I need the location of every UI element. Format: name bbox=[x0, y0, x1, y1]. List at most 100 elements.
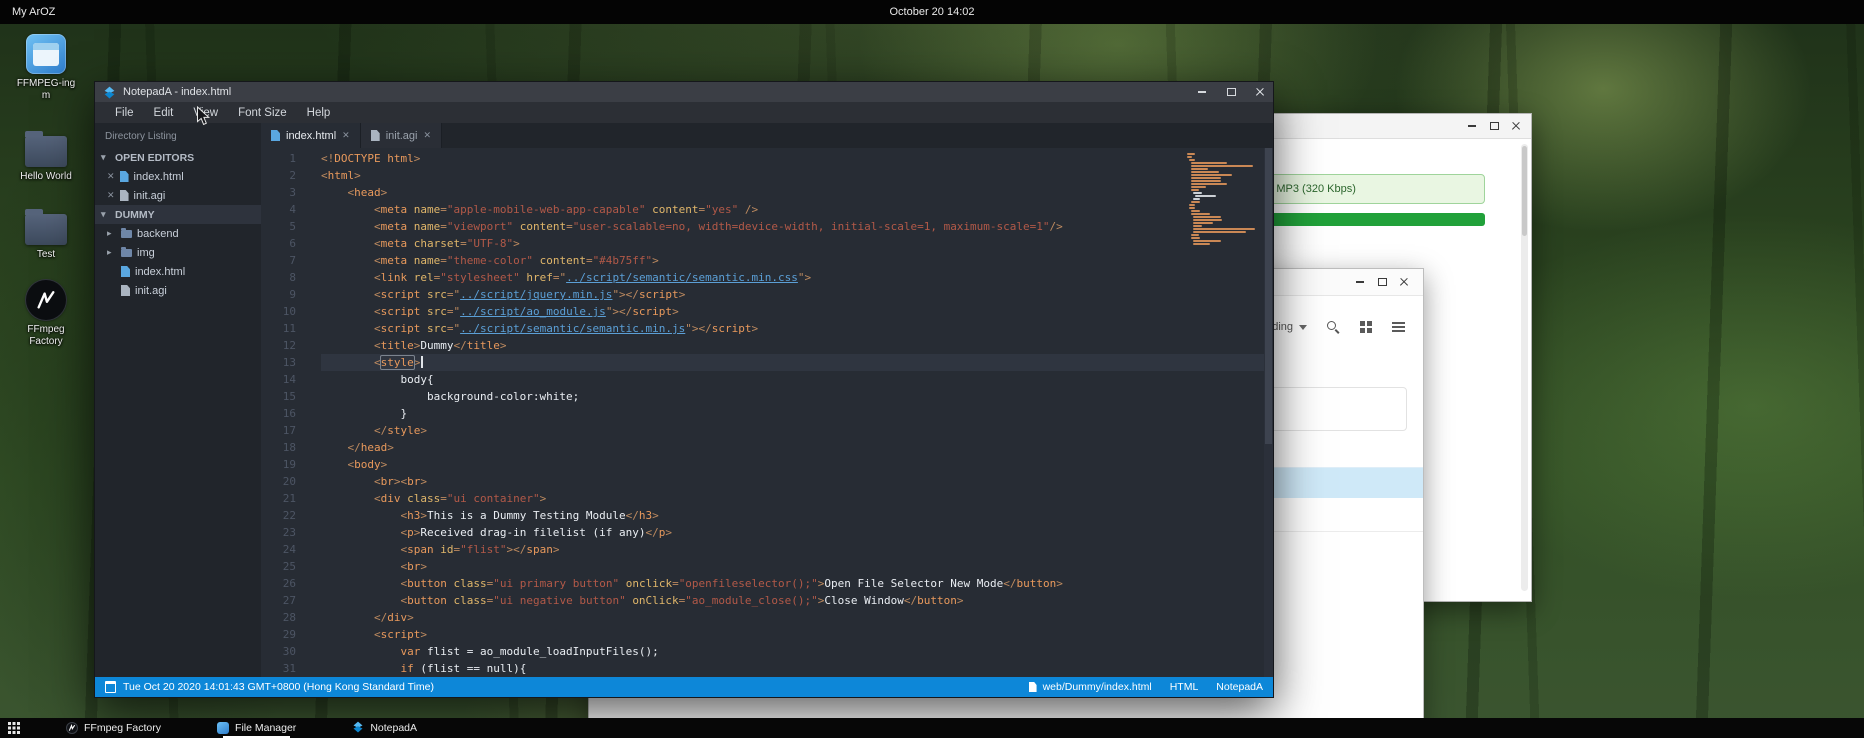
status-bar: Tue Oct 20 2020 14:01:43 GMT+0800 (Hong … bbox=[95, 677, 1273, 697]
grid-view-icon[interactable] bbox=[1360, 321, 1372, 333]
code-line[interactable]: background-color:white; bbox=[321, 388, 1273, 405]
sidebar-item-img[interactable]: ▸img bbox=[95, 243, 261, 262]
section-label: OPEN EDITORS bbox=[115, 152, 194, 164]
folder-icon bbox=[25, 214, 67, 245]
code-line[interactable]: } bbox=[321, 405, 1273, 422]
code-line[interactable]: <script src="../script/ao_module.js"></s… bbox=[321, 303, 1273, 320]
code-line[interactable]: body{ bbox=[321, 371, 1273, 388]
close-icon[interactable]: ✕ bbox=[107, 171, 115, 182]
close-icon[interactable]: ✕ bbox=[107, 190, 115, 201]
ffmpeg-icon bbox=[66, 722, 78, 734]
line-number: 31 bbox=[261, 660, 296, 677]
top-bar: October 20 14:02 My ArOZ bbox=[0, 0, 1864, 24]
sidebar-item-backend[interactable]: ▸backend bbox=[95, 224, 261, 243]
code-line[interactable]: </head> bbox=[321, 439, 1273, 456]
calendar-icon bbox=[105, 681, 116, 693]
desktop-icon-test[interactable]: Test bbox=[12, 206, 80, 261]
chevron-down-icon bbox=[1299, 325, 1307, 330]
close-icon[interactable]: ✕ bbox=[423, 130, 431, 141]
folder-icon bbox=[25, 136, 67, 167]
menu-file[interactable]: File bbox=[105, 107, 144, 119]
code-line[interactable]: <meta charset="UTF-8"> bbox=[321, 235, 1273, 252]
notepada-titlebar[interactable]: NotepadA - index.html bbox=[95, 82, 1273, 102]
menu-help[interactable]: Help bbox=[297, 107, 341, 119]
line-number: 15 bbox=[261, 388, 296, 405]
taskbar-item-notepada[interactable]: NotepadA bbox=[352, 718, 417, 738]
sidebar-item-init-agi[interactable]: ✕init.agi bbox=[95, 186, 261, 205]
code-line[interactable]: <!DOCTYPE html> bbox=[321, 150, 1273, 167]
list-view-icon[interactable] bbox=[1392, 321, 1405, 333]
code-line[interactable]: var flist = ao_module_loadInputFiles(); bbox=[321, 643, 1273, 660]
code-line[interactable]: <h3>This is a Dummy Testing Module</h3> bbox=[321, 507, 1273, 524]
editor-scrollbar[interactable] bbox=[1264, 148, 1273, 677]
code-line[interactable]: <style> bbox=[321, 354, 1273, 371]
code-line[interactable]: <meta name="apple-mobile-web-app-capable… bbox=[321, 201, 1273, 218]
code-line[interactable]: <div class="ui container"> bbox=[321, 490, 1273, 507]
start-menu-label[interactable]: My ArOZ bbox=[0, 6, 55, 18]
code-editor[interactable]: 1234567891011121314151617181920212223242… bbox=[261, 148, 1273, 677]
code-line[interactable]: <br> bbox=[321, 558, 1273, 575]
folder-icon bbox=[121, 249, 132, 257]
line-number: 6 bbox=[261, 235, 296, 252]
notepad-menubar: FileEditViewFont SizeHelp bbox=[95, 102, 1273, 123]
screen: October 20 14:02 My ArOZ FFMPEG-ing m Hel… bbox=[0, 0, 1864, 738]
code-line[interactable]: <meta name="viewport" content="user-scal… bbox=[321, 218, 1273, 235]
code-line[interactable]: <meta name="theme-color" content="#4b75f… bbox=[321, 252, 1273, 269]
line-number-gutter: 1234567891011121314151617181920212223242… bbox=[261, 148, 307, 677]
line-number: 21 bbox=[261, 490, 296, 507]
minimize-icon[interactable] bbox=[1461, 114, 1483, 138]
code-line[interactable]: <button class="ui primary button" onclic… bbox=[321, 575, 1273, 592]
code-line[interactable]: <link rel="stylesheet" href="../script/s… bbox=[321, 269, 1273, 286]
tab-init-agi[interactable]: init.agi ✕ bbox=[361, 123, 442, 148]
text-cursor bbox=[421, 356, 423, 368]
sidebar-section-dummy[interactable]: ▾DUMMY bbox=[95, 205, 261, 224]
sidebar-item-index-html[interactable]: index.html bbox=[95, 262, 261, 281]
code-line[interactable]: </div> bbox=[321, 609, 1273, 626]
code-line[interactable]: if (flist == null){ bbox=[321, 660, 1273, 677]
close-icon[interactable] bbox=[1505, 114, 1527, 138]
code-line[interactable]: <span id="flist"></span> bbox=[321, 541, 1273, 558]
status-language[interactable]: HTML bbox=[1170, 681, 1199, 693]
code-line[interactable]: <button class="ui negative button" onCli… bbox=[321, 592, 1273, 609]
minimap[interactable] bbox=[1187, 153, 1261, 246]
code-line[interactable]: <script> bbox=[321, 626, 1273, 643]
sidebar-section-open-editors[interactable]: ▾OPEN EDITORS bbox=[95, 148, 261, 167]
tab-index-html[interactable]: index.html✕ bbox=[261, 123, 361, 148]
sidebar-item-init-agi[interactable]: init.agi bbox=[95, 281, 261, 300]
code-line[interactable]: <script src="../script/jquery.min.js"></… bbox=[321, 286, 1273, 303]
taskbar-item-ffmpeg-factory[interactable]: FFmpeg Factory bbox=[66, 718, 161, 738]
minimize-icon[interactable] bbox=[1349, 269, 1371, 295]
code-line[interactable]: </style> bbox=[321, 422, 1273, 439]
close-icon[interactable] bbox=[1393, 269, 1415, 295]
code-line[interactable]: <p>Received drag-in filelist (if any)</p… bbox=[321, 524, 1273, 541]
desktop-icon-ffmpeg-factory[interactable]: FFmpeg Factory bbox=[12, 280, 80, 348]
desktop-icon-ffmpeg-ing-m[interactable]: FFMPEG-ing m bbox=[12, 34, 80, 102]
maximize-icon[interactable] bbox=[1371, 269, 1393, 295]
code-line[interactable]: <br><br> bbox=[321, 473, 1273, 490]
menu-view[interactable]: View bbox=[183, 107, 228, 119]
scrollbar[interactable] bbox=[1521, 144, 1528, 591]
desktop-icon-hello-world[interactable]: Hello World bbox=[12, 128, 80, 183]
line-number: 5 bbox=[261, 218, 296, 235]
tab-label: init.agi bbox=[386, 130, 418, 142]
code-line[interactable]: <body> bbox=[321, 456, 1273, 473]
taskbar-item-file-manager[interactable]: File Manager bbox=[217, 718, 296, 738]
code-line[interactable]: <html> bbox=[321, 167, 1273, 184]
code-lines[interactable]: <!DOCTYPE html><html> <head> <meta name=… bbox=[307, 148, 1273, 677]
close-icon[interactable]: ✕ bbox=[342, 130, 350, 141]
taskbar-item-label: FFmpeg Factory bbox=[84, 722, 161, 734]
ffmpeg-icon bbox=[26, 280, 66, 320]
minimize-icon[interactable] bbox=[1191, 82, 1213, 102]
code-line[interactable]: <title>Dummy</title> bbox=[321, 337, 1273, 354]
menu-font-size[interactable]: Font Size bbox=[228, 107, 297, 119]
start-button[interactable] bbox=[0, 718, 28, 738]
close-icon[interactable] bbox=[1249, 82, 1271, 102]
maximize-icon[interactable] bbox=[1220, 82, 1242, 102]
menu-edit[interactable]: Edit bbox=[144, 107, 184, 119]
search-icon[interactable] bbox=[1327, 321, 1340, 334]
notepada-window[interactable]: NotepadA - index.html FileEditViewFont S… bbox=[94, 81, 1274, 698]
sidebar-item-index-html[interactable]: ✕index.html bbox=[95, 167, 261, 186]
code-line[interactable]: <head> bbox=[321, 184, 1273, 201]
code-line[interactable]: <script src="../script/semantic/semantic… bbox=[321, 320, 1273, 337]
maximize-icon[interactable] bbox=[1483, 114, 1505, 138]
